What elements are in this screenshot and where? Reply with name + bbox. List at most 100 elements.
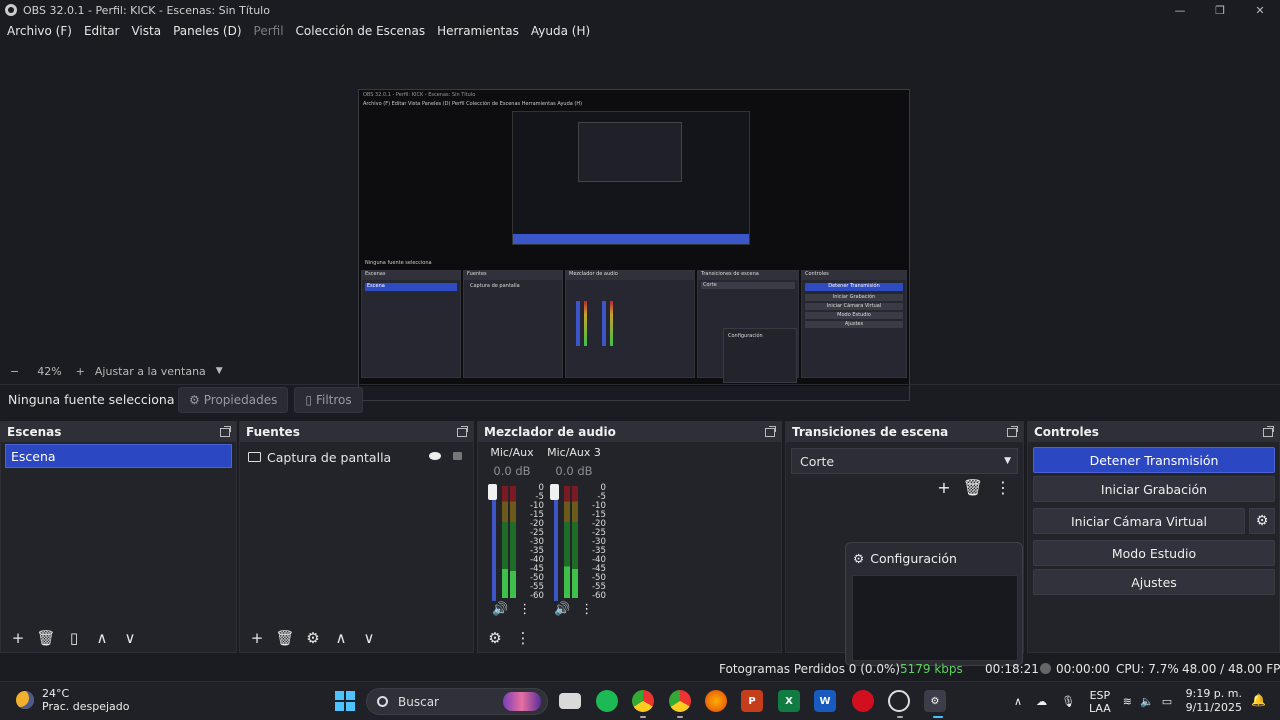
gear-icon[interactable]: ⚙ bbox=[302, 627, 324, 649]
studio-mode-button[interactable]: Modo Estudio bbox=[1033, 540, 1275, 566]
menu-help[interactable]: Ayuda (H) bbox=[531, 24, 590, 38]
windows-start-icon[interactable] bbox=[335, 691, 355, 711]
undock-icon[interactable] bbox=[765, 425, 776, 437]
undock-icon[interactable] bbox=[457, 425, 468, 437]
firefox-icon[interactable] bbox=[705, 690, 727, 712]
speaker-icon[interactable]: 🔊 bbox=[492, 602, 508, 617]
word-icon[interactable]: W bbox=[814, 690, 836, 712]
menu-edit[interactable]: Editar bbox=[84, 24, 120, 38]
volume-slider-handle[interactable] bbox=[550, 484, 559, 500]
sources-footer: + 🗑 ⚙ ∧ ∨ bbox=[240, 624, 473, 652]
more-icon[interactable]: ⋮ bbox=[518, 602, 531, 617]
trash-icon[interactable]: 🗑 bbox=[35, 627, 57, 649]
properties-button[interactable]: ⚙ Propiedades bbox=[178, 386, 289, 413]
excel-icon[interactable]: X bbox=[778, 690, 800, 712]
channel-name: Mic/Aux bbox=[490, 446, 534, 459]
more-icon[interactable]: ⋮ bbox=[512, 627, 534, 649]
zoom-in-button[interactable]: + bbox=[76, 365, 85, 378]
filters-label: Filtros bbox=[315, 392, 352, 407]
menu-profile[interactable]: Perfil bbox=[254, 24, 284, 38]
menu-view[interactable]: Vista bbox=[131, 24, 161, 38]
gear-icon[interactable]: ⚙ bbox=[484, 627, 506, 649]
chevron-down-icon[interactable]: ∨ bbox=[119, 627, 141, 649]
add-icon[interactable]: + bbox=[246, 627, 268, 649]
task-view-icon[interactable] bbox=[559, 693, 581, 709]
menu-file[interactable]: Archivo (F) bbox=[7, 24, 72, 38]
taskbar-thumbnail-popup[interactable]: ⚙ Configuración bbox=[845, 542, 1023, 666]
fit-to-window-label[interactable]: Ajustar a la ventana bbox=[95, 365, 206, 378]
preview-canvas[interactable]: OBS 32.0.1 - Perfil: KICK - Escenas: Sin… bbox=[358, 89, 910, 401]
chevron-up-icon[interactable]: ∧ bbox=[330, 627, 352, 649]
filters-button[interactable]: ▯ Filtros bbox=[294, 386, 363, 413]
stop-stream-button[interactable]: Detener Transmisión bbox=[1033, 447, 1275, 473]
undock-icon[interactable] bbox=[1263, 425, 1274, 437]
trash-icon[interactable]: 🗑 bbox=[274, 627, 296, 649]
zoom-out-button[interactable]: − bbox=[10, 365, 19, 378]
taskbar-search[interactable]: Buscar bbox=[366, 688, 548, 715]
notification-icon[interactable]: 🔔 bbox=[1251, 693, 1266, 707]
minimize-button[interactable]: — bbox=[1160, 0, 1200, 20]
chevron-up-icon[interactable]: ∧ bbox=[91, 627, 113, 649]
thumbnail-preview[interactable] bbox=[852, 575, 1018, 661]
transition-select[interactable]: Corte ▼ bbox=[791, 448, 1018, 474]
lock-icon[interactable] bbox=[453, 452, 462, 460]
app-icon[interactable] bbox=[852, 690, 874, 712]
nested-controls-title: Controles bbox=[802, 271, 906, 280]
nested-studio: Modo Estudio bbox=[805, 312, 903, 319]
weather-desc: Prac. despejado bbox=[42, 700, 130, 713]
undock-icon[interactable] bbox=[220, 425, 231, 437]
settings-button[interactable]: Ajustes bbox=[1033, 569, 1275, 595]
wifi-icon[interactable]: ≋ bbox=[1123, 695, 1132, 708]
maximize-button[interactable]: ❐ bbox=[1200, 0, 1240, 20]
stream-time: 00:18:21 bbox=[985, 662, 1039, 676]
menu-docks[interactable]: Paneles (D) bbox=[173, 24, 241, 38]
volume-slider[interactable] bbox=[492, 491, 496, 601]
close-button[interactable]: ✕ bbox=[1240, 0, 1280, 20]
chevron-up-icon[interactable]: ∧ bbox=[1014, 695, 1022, 708]
trash-icon[interactable]: 🗑 bbox=[963, 478, 983, 497]
menu-tools[interactable]: Herramientas bbox=[437, 24, 519, 38]
weather-widget[interactable]: 24°C Prac. despejado bbox=[16, 687, 129, 713]
filter-icon[interactable]: ▯ bbox=[63, 627, 85, 649]
weather-icon bbox=[16, 691, 34, 709]
more-icon[interactable]: ⋮ bbox=[995, 478, 1011, 497]
obs-icon[interactable] bbox=[888, 690, 910, 712]
audio-meter bbox=[502, 486, 508, 598]
gear-icon[interactable]: ⚙ bbox=[1249, 508, 1275, 534]
battery-icon[interactable]: ▭ bbox=[1162, 695, 1172, 708]
volume-icon[interactable]: 🔈 bbox=[1140, 695, 1154, 708]
scenes-footer: + 🗑 ▯ ∧ ∨ bbox=[1, 624, 236, 652]
add-icon[interactable]: + bbox=[7, 627, 29, 649]
powerpoint-icon[interactable]: P bbox=[741, 690, 763, 712]
windows-taskbar: 24°C Prac. despejado Buscar P X W ⚙ ∧ ☁ … bbox=[0, 681, 1280, 720]
start-recording-button[interactable]: Iniciar Grabación bbox=[1033, 476, 1275, 502]
nested-menu: Archivo (F) Editar Vista Paneles (D) Per… bbox=[363, 101, 583, 107]
channel-name: Mic/Aux 3 bbox=[547, 446, 601, 459]
spotify-icon[interactable] bbox=[596, 690, 618, 712]
search-highlight-icon bbox=[503, 692, 541, 711]
nested-window-title: OBS 32.0.1 - Perfil: KICK - Escenas: Sin… bbox=[363, 92, 476, 98]
microphone-icon[interactable]: 🎙 bbox=[1061, 695, 1075, 708]
eye-icon[interactable] bbox=[429, 452, 441, 460]
language-indicator[interactable]: ESP LAA bbox=[1089, 689, 1111, 715]
dropped-frames: Fotogramas Perdidos 0 (0.0%) bbox=[719, 662, 901, 676]
chevron-down-icon: ▼ bbox=[1004, 456, 1011, 466]
speaker-icon[interactable]: 🔊 bbox=[554, 602, 570, 617]
settings-icon[interactable]: ⚙ bbox=[924, 690, 946, 712]
menu-scene-collection[interactable]: Colección de Escenas bbox=[296, 24, 426, 38]
start-virtual-camera-button[interactable]: Iniciar Cámara Virtual bbox=[1033, 508, 1245, 534]
chrome-icon[interactable] bbox=[669, 690, 691, 712]
chevron-down-icon[interactable]: ∨ bbox=[358, 627, 380, 649]
scene-item[interactable]: Escena bbox=[5, 444, 232, 468]
more-icon[interactable]: ⋮ bbox=[580, 602, 593, 617]
chrome-icon[interactable] bbox=[632, 690, 654, 712]
nested-vcam: Iniciar Cámara Virtual bbox=[805, 303, 903, 310]
undock-icon[interactable] bbox=[1007, 425, 1018, 437]
zoom-dropdown-icon[interactable]: ▼ bbox=[216, 366, 223, 376]
taskbar-clock[interactable]: 9:19 p. m. 9/11/2025 bbox=[1186, 687, 1242, 715]
volume-slider-handle[interactable] bbox=[488, 484, 497, 500]
cloud-icon[interactable]: ☁ bbox=[1036, 695, 1047, 708]
preview-area[interactable]: OBS 32.0.1 - Perfil: KICK - Escenas: Sin… bbox=[0, 42, 1280, 401]
add-icon[interactable]: + bbox=[937, 478, 950, 497]
volume-slider[interactable] bbox=[554, 491, 558, 601]
